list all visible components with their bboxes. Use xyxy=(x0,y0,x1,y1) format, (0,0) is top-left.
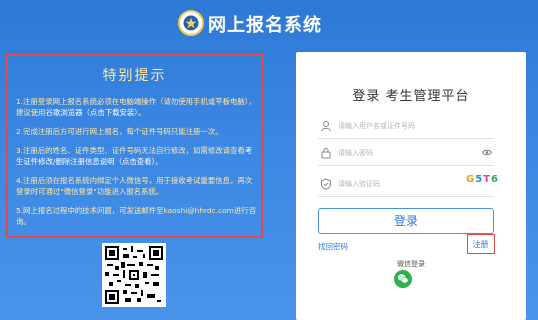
platform-title: 登录 考生管理平台 xyxy=(352,89,470,104)
captcha-input[interactable] xyxy=(338,176,458,192)
forgot-password-link[interactable]: 找回密码 xyxy=(318,241,348,252)
notice-list: 1.注册登录网上报名系统必须在电脑端操作（请勿使用手机或平板电脑），建议使用谷歌… xyxy=(16,96,256,235)
username-input[interactable] xyxy=(338,118,478,134)
notice-item: 2.完成注册后方可进行网上报名，每个证件号码只能注册一次。 xyxy=(16,127,223,136)
user-icon xyxy=(321,121,331,132)
header: 网上报名系统 xyxy=(0,0,538,44)
lock-icon xyxy=(321,148,331,159)
captcha-char: 6 xyxy=(491,174,499,185)
chrome-download-link[interactable]: 谷歌浏览器（点击下载安装） xyxy=(46,108,138,117)
notice-item: 4.注册后须在报名系统内绑定个人微信号，用于接收考试重要信息，再次登录时可通过"… xyxy=(16,176,253,196)
qr-code xyxy=(102,243,166,307)
site-logo xyxy=(178,10,204,36)
password-input[interactable] xyxy=(338,145,478,161)
shield-icon xyxy=(321,178,331,190)
captcha-char: G xyxy=(466,174,476,185)
show-password-icon[interactable] xyxy=(482,149,492,156)
login-card: 登录 考生管理平台 G5T6 登录 找回密码 注册 微信登录 xyxy=(296,52,526,320)
password-field xyxy=(318,143,494,166)
register-link[interactable]: 注册 xyxy=(468,239,493,250)
special-notice-panel: 特别提示 1.注册登录网上报名系统必须在电脑端操作（请勿使用手机或平板电脑），建… xyxy=(6,54,263,238)
wechat-login-button[interactable] xyxy=(394,270,412,288)
notice-title: 特别提示 xyxy=(102,68,167,84)
site-title: 网上报名系统 xyxy=(208,15,322,36)
notice-item: 1.注册登录网上报名系统必须在电脑端操作（请勿使用手机或平板电脑），建议使用谷歌… xyxy=(16,97,256,117)
captcha-image[interactable]: G5T6 xyxy=(466,174,502,190)
captcha-char: 5 xyxy=(475,174,484,185)
captcha-char: T xyxy=(483,174,492,185)
register-highlight: 注册 xyxy=(467,234,495,254)
notice-item: 5.网上报名过程中的技术问题，可发送邮件至kaoshi@hhrdc.com进行咨… xyxy=(16,206,256,226)
login-button[interactable]: 登录 xyxy=(318,208,494,234)
wechat-icon xyxy=(397,274,409,284)
wechat-login-label: 微信登录 xyxy=(397,260,425,268)
captcha-field: G5T6 xyxy=(318,174,498,197)
username-field xyxy=(318,116,494,139)
notice-item: 3.注册后的姓名、证件类型、证件号码无法自行修改，如需修改请查看考生证件修改/删… xyxy=(16,146,253,166)
